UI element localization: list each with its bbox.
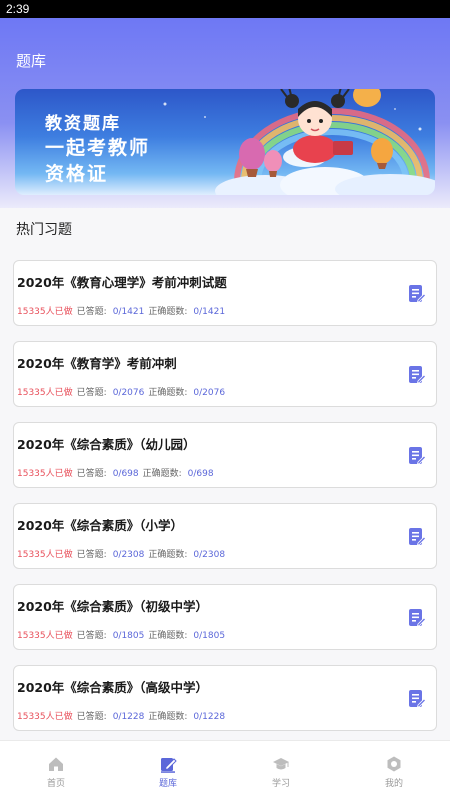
answered-value: 0/1805 — [112, 631, 145, 641]
tab-mine-label: 我的 — [384, 779, 403, 789]
exercise-card[interactable]: 2020年《综合素质》（高级中学） 15335人已做 已答题: 0/1228 正确题数:… — [13, 665, 437, 731]
exercise-doc-icon — [409, 609, 426, 627]
bottom-tabbar: 首页 题库 学习 我的 — [0, 740, 450, 800]
correct-value: 0/1421 — [193, 307, 226, 317]
exercise-stats: 15335人已做 已答题: 0/1421 正确题数: 0/1421 — [17, 304, 225, 317]
answered-value: 0/2076 — [112, 388, 145, 398]
exercise-doc-icon — [409, 447, 426, 465]
exercise-title: 2020年《综合素质》（小学） — [17, 518, 184, 533]
correct-label: 正确题数: — [148, 307, 188, 317]
answered-value: 0/1421 — [112, 307, 145, 317]
tab-study[interactable]: 学习 — [225, 741, 337, 800]
exercise-title: 2020年《教育心理学》考前冲刺试题 — [17, 275, 227, 290]
answered-value: 0/698 — [112, 469, 139, 479]
correct-label: 正确题数: — [142, 469, 182, 479]
exercise-card[interactable]: 2020年《综合素质》（初级中学） 15335人已做 已答题: 0/1805 正确题数:… — [13, 584, 437, 650]
answered-label: 已答题: — [76, 712, 107, 722]
tab-question-bank-label: 题库 — [158, 779, 177, 789]
exercise-doc-icon — [409, 528, 426, 546]
answered-label: 已答题: — [76, 631, 107, 641]
correct-value: 0/2076 — [193, 388, 226, 398]
correct-label: 正确题数: — [148, 388, 188, 398]
correct-label: 正确题数: — [148, 631, 188, 641]
banner-line-1: 教资题库 — [45, 114, 121, 134]
exercise-card[interactable]: 2020年《教育学》考前冲刺 15335人已做 已答题: 0/2076 正确题数: 0/2… — [13, 341, 437, 407]
banner-line-2: 一起考教师 — [45, 137, 151, 159]
tab-mine[interactable]: 我的 — [338, 741, 450, 800]
correct-value: 0/1228 — [193, 712, 226, 722]
answered-label: 已答题: — [76, 388, 107, 398]
home-icon — [49, 757, 63, 771]
exercise-title: 2020年《综合素质》（幼儿园） — [17, 437, 196, 452]
banner-line-3: 资格证 — [45, 163, 109, 185]
exercise-doc-icon — [409, 690, 426, 708]
promo-banner[interactable]: 教资题库 一起考教师 资格证 — [15, 89, 435, 195]
done-count: 15335人已做 — [17, 631, 73, 641]
exercise-stats: 15335人已做 已答题: 0/1228 正确题数: 0/1228 — [17, 709, 225, 722]
correct-label: 正确题数: — [148, 712, 188, 722]
tab-home-label: 首页 — [46, 779, 65, 789]
correct-value: 0/2308 — [193, 550, 226, 560]
exercise-stats: 15335人已做 已答题: 0/2308 正确题数: 0/2308 — [17, 547, 225, 560]
answered-label: 已答题: — [76, 307, 107, 317]
exercise-card[interactable]: 2020年《综合素质》（幼儿园） 15335人已做 已答题: 0/698 正确题数: 0/… — [13, 422, 437, 488]
profile-icon — [387, 756, 401, 772]
section-title: 热门习题 — [16, 222, 72, 238]
graduation-cap-icon — [273, 758, 289, 770]
tab-home[interactable]: 首页 — [0, 741, 112, 800]
exercise-card[interactable]: 2020年《综合素质》（小学） 15335人已做 已答题: 0/2308 正确题数: 0/… — [13, 503, 437, 569]
tab-question-bank[interactable]: 题库 — [112, 741, 224, 800]
correct-value: 0/698 — [187, 469, 214, 479]
exercise-title: 2020年《综合素质》（高级中学） — [17, 680, 209, 695]
tab-study-label: 学习 — [271, 779, 290, 789]
exercise-stats: 15335人已做 已答题: 0/2076 正确题数: 0/2076 — [17, 385, 225, 398]
answered-label: 已答题: — [76, 550, 107, 560]
exercise-title: 2020年《综合素质》（初级中学） — [17, 599, 209, 614]
exercise-stats: 15335人已做 已答题: 0/1805 正确题数: 0/1805 — [17, 628, 225, 641]
status-time: 2:39 — [6, 2, 30, 16]
answered-value: 0/2308 — [112, 550, 145, 560]
answered-value: 0/1228 — [112, 712, 145, 722]
answered-label: 已答题: — [76, 469, 107, 479]
correct-value: 0/1805 — [193, 631, 226, 641]
done-count: 15335人已做 — [17, 550, 73, 560]
status-bar: 2:39 — [0, 0, 450, 18]
correct-label: 正确题数: — [148, 550, 188, 560]
exercise-doc-icon — [409, 366, 426, 384]
done-count: 15335人已做 — [17, 388, 73, 398]
edit-icon — [161, 758, 177, 773]
done-count: 15335人已做 — [17, 469, 73, 479]
exercise-card[interactable]: 2020年《教育心理学》考前冲刺试题 15335人已做 已答题: 0/1421 正确题数… — [13, 260, 437, 326]
exercise-doc-icon — [409, 285, 426, 303]
exercise-stats: 15335人已做 已答题: 0/698 正确题数: 0/698 — [17, 466, 214, 479]
done-count: 15335人已做 — [17, 307, 73, 317]
exercise-title: 2020年《教育学》考前冲刺 — [17, 356, 177, 371]
page-title: 题库 — [16, 52, 47, 70]
done-count: 15335人已做 — [17, 712, 73, 722]
